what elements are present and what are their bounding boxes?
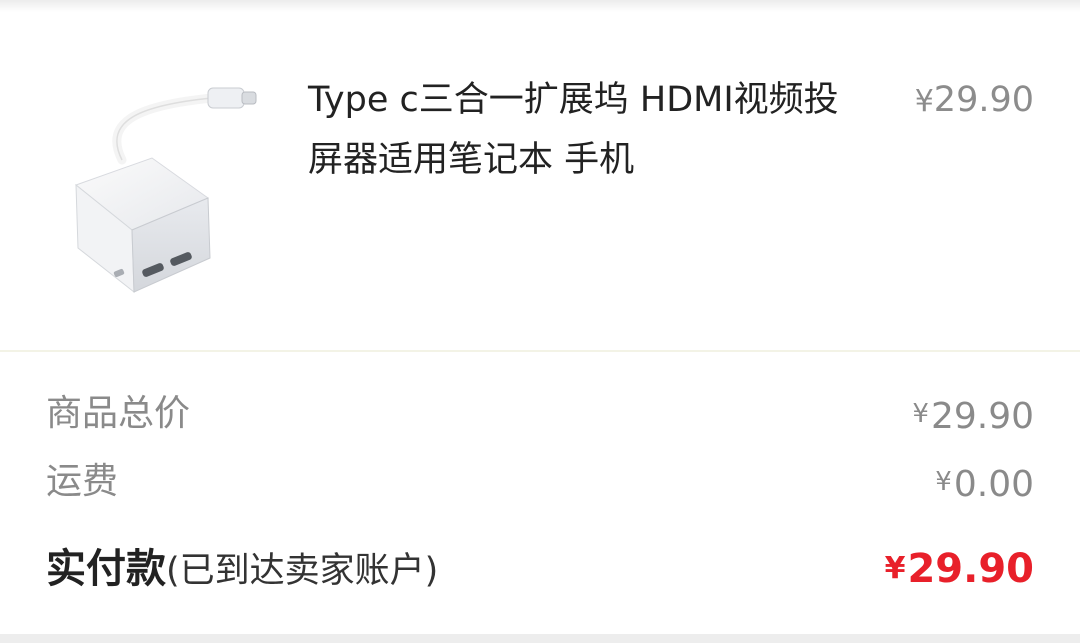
product-price: ¥29.90 [915, 70, 1034, 132]
paid-label-group: 实付款(已到达卖家账户) [46, 544, 438, 596]
shipping-amount: 0.00 [953, 464, 1034, 505]
product-title[interactable]: Type c三合一扩展坞 HDMI视频投屏器适用笔记本 手机 [308, 70, 868, 190]
paid-value: ¥29.90 [885, 544, 1034, 594]
subtotal-value: ¥29.90 [912, 389, 1034, 442]
currency-symbol: ¥ [935, 467, 952, 497]
shipping-row: 运费 ¥0.00 [46, 457, 1034, 507]
paid-note: (已到达卖家账户) [166, 551, 439, 591]
subtotal-amount: 29.90 [930, 396, 1034, 437]
currency-symbol: ¥ [884, 551, 906, 586]
price-amount: 29.90 [933, 80, 1034, 120]
shipping-label: 运费 [46, 461, 119, 502]
subtotal-row: 商品总价 ¥29.90 [46, 389, 1034, 439]
bottom-separator [0, 634, 1080, 643]
top-shadow [0, 0, 1080, 12]
product-image[interactable] [62, 80, 262, 330]
order-detail-card: Type c三合一扩展坞 HDMI视频投屏器适用笔记本 手机 ¥29.90 商品… [0, 0, 1080, 634]
divider [0, 350, 1080, 352]
currency-symbol: ¥ [912, 399, 929, 429]
paid-label: 实付款 [46, 546, 166, 592]
shipping-value: ¥0.00 [935, 457, 1034, 510]
usb-c-hub-image [74, 87, 257, 294]
product-item[interactable]: Type c三合一扩展坞 HDMI视频投屏器适用笔记本 手机 ¥29.90 [0, 40, 1080, 350]
paid-amount: 29.90 [907, 546, 1034, 592]
paid-row: 实付款(已到达卖家账户) ¥29.90 [46, 544, 1034, 594]
subtotal-label: 商品总价 [46, 393, 191, 434]
currency-symbol: ¥ [914, 84, 934, 119]
